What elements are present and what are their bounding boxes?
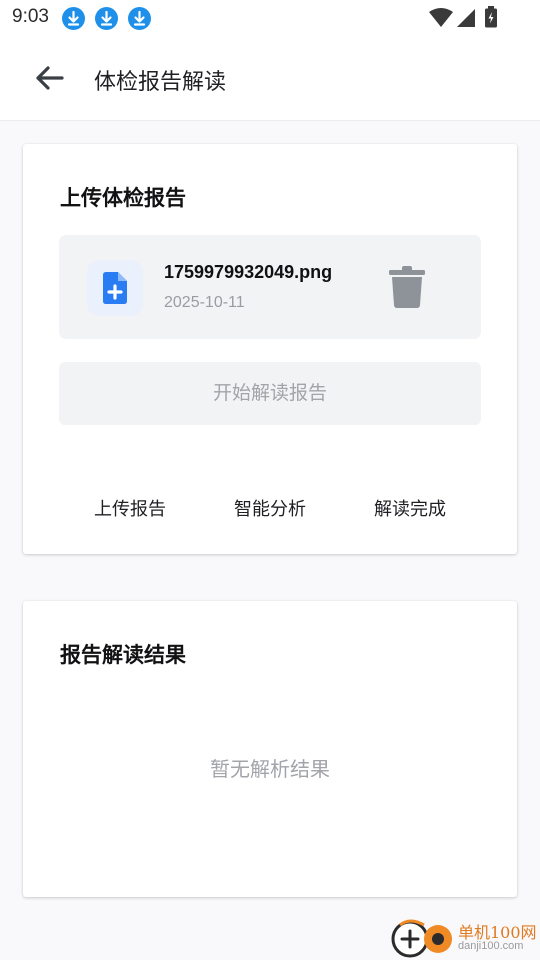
download-icon: [95, 7, 118, 30]
uploaded-file-item: 1759979932049.png 2025-10-11: [59, 235, 481, 339]
page-title: 体检报告解读: [94, 70, 227, 95]
upload-report-card: 上传体检报告 1759979932049.png 2025-10-11 开始解读…: [23, 144, 517, 554]
site-watermark: 单机100网 danji100.com: [390, 915, 540, 960]
signal-icon: [457, 9, 475, 27]
file-icon-container: [87, 260, 143, 316]
step-smart-analysis: 智能分析: [234, 499, 306, 520]
file-add-icon: [103, 272, 127, 304]
delete-file-button[interactable]: [385, 263, 429, 311]
arrow-left-icon: [36, 66, 64, 90]
analysis-result-card: 报告解读结果 暂无解析结果: [23, 601, 517, 897]
wifi-icon: [429, 8, 453, 27]
step-upload-report: 上传报告: [94, 499, 166, 520]
app-header: 体检报告解读: [0, 36, 540, 121]
empty-result-text: 暂无解析结果: [210, 757, 330, 781]
download-icon: [62, 7, 85, 30]
file-name: 1759979932049.png: [164, 262, 333, 282]
download-icon: [128, 7, 151, 30]
step-analysis-complete: 解读完成: [374, 499, 446, 520]
start-analysis-button[interactable]: 开始解读报告: [59, 362, 481, 425]
trash-icon: [389, 266, 425, 308]
file-date: 2025-10-11: [164, 294, 245, 311]
result-card-title: 报告解读结果: [60, 643, 186, 667]
upload-card-title: 上传体检报告: [60, 186, 186, 210]
status-bar: 9:03: [0, 0, 540, 36]
watermark-url: danji100.com: [458, 940, 524, 952]
back-button[interactable]: [32, 60, 68, 96]
battery-icon: [485, 6, 497, 28]
watermark-logo-icon: [391, 919, 452, 958]
status-time: 9:03: [12, 6, 49, 27]
